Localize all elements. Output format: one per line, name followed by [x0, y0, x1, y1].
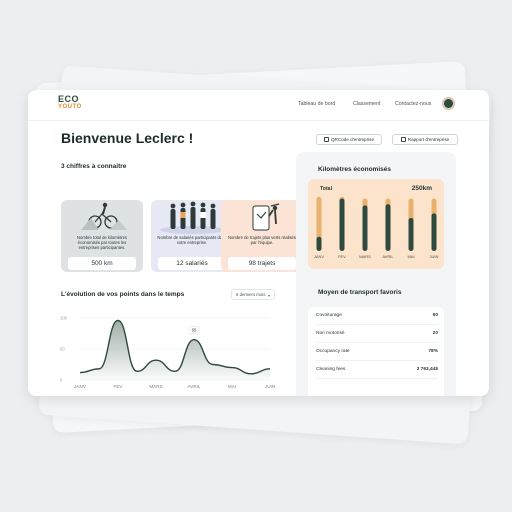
x-tick-label: JANV — [74, 384, 87, 389]
transport-list: Covoiturage 50 Non motorisé 20 Occupancy… — [308, 307, 444, 396]
x-tick-label: JANV — [314, 254, 325, 259]
y-tick-label: 100 — [60, 316, 68, 321]
transport-title: Moyen de transport favoris — [318, 289, 402, 296]
document-icon — [400, 137, 406, 142]
transport-row: Cleaning fees 3 763,44$ — [316, 361, 438, 379]
x-tick-label: MAI — [228, 384, 236, 389]
qrcode-button[interactable]: QRCode d'entreprise — [316, 134, 382, 145]
stat-card-trips-value: 98 trajets — [228, 257, 296, 270]
transport-row: Covoiturage 50 — [316, 307, 438, 325]
transport-row: Occupancy rate 78% — [316, 343, 438, 361]
stat-card-employees-value: 12 salariés — [158, 257, 226, 270]
km-saved-card: Total 250km JANV FEV MARS AVRIL MAI JUIN — [308, 179, 444, 269]
y-tick-label: 50 — [60, 347, 65, 352]
transport-row: Non motorisé 20 — [316, 325, 438, 343]
bar — [408, 217, 414, 251]
stat-card-trips: Nombre de trajets plus verts réalisés pa… — [221, 200, 303, 272]
user-avatar[interactable] — [442, 97, 455, 110]
stat-card-trips-text: Nombre de trajets plus verts réalisés pa… — [228, 235, 296, 246]
x-tick-label: JUIN — [430, 254, 439, 259]
y-tick-label: 0 — [60, 378, 63, 383]
x-tick-label: JUIN — [265, 384, 275, 389]
nav-contactez-nous[interactable]: Contactez-nous — [395, 101, 431, 107]
x-tick-label: MAI — [407, 254, 414, 259]
app-logo[interactable]: ECO YOUTO — [58, 95, 82, 111]
stat-card-km: Nombre total de kilomètres économisés pa… — [61, 200, 143, 272]
bar — [316, 236, 322, 251]
points-chart-title: L'évolution de vos points dans le temps — [61, 291, 185, 298]
top-navigation: ECO YOUTO Tableau de bord Classement Con… — [28, 90, 489, 121]
stat-card-employees-text: Nombre de salariés participants dans vot… — [157, 235, 227, 246]
nav-classement[interactable]: Classement — [353, 101, 380, 107]
bar — [431, 213, 437, 251]
km-bar-chart: JANV FEV MARS AVRIL MAI JUIN — [314, 196, 439, 259]
km-saved-title: Kilomètres économisés — [318, 166, 391, 173]
tooltip-value: 65 — [192, 328, 197, 333]
period-select[interactable]: 6 derniers mois ▾ — [231, 289, 275, 300]
x-tick-label: FEV — [338, 254, 346, 259]
bar — [339, 198, 345, 251]
x-tick-label: MARS — [359, 254, 371, 259]
x-tick-label: AVRIL — [382, 254, 394, 259]
chevron-down-icon: ▾ — [267, 293, 270, 298]
x-tick-label: FEV — [114, 384, 124, 389]
bar — [385, 204, 391, 251]
nav-tableau-de-bord[interactable]: Tableau de bord — [298, 101, 335, 107]
dashboard-window: ECO YOUTO Tableau de bord Classement Con… — [28, 90, 489, 396]
x-tick-label: MARS — [149, 384, 162, 389]
points-area-chart: 100 50 0 65 JANV FEV MARS AVRIL MAI JUIN — [60, 316, 275, 390]
right-panel: Kilomètres économisés Total 250km JANV FE… — [296, 152, 456, 396]
cyclist-illustration — [81, 202, 127, 230]
figures-title: 3 chiffres à connaitre — [61, 163, 127, 170]
stat-card-km-value: 500 km — [68, 257, 136, 270]
phone-illustration — [252, 203, 280, 231]
report-button[interactable]: Rapport d'entreprise — [392, 134, 458, 145]
qrcode-icon — [323, 137, 329, 142]
x-tick-label: AVRIL — [188, 384, 201, 389]
bar — [362, 205, 368, 251]
page-title: Bienvenue Leclerc ! — [61, 130, 194, 146]
stat-card-km-text: Nombre total de kilomètres économisés pa… — [76, 235, 128, 251]
